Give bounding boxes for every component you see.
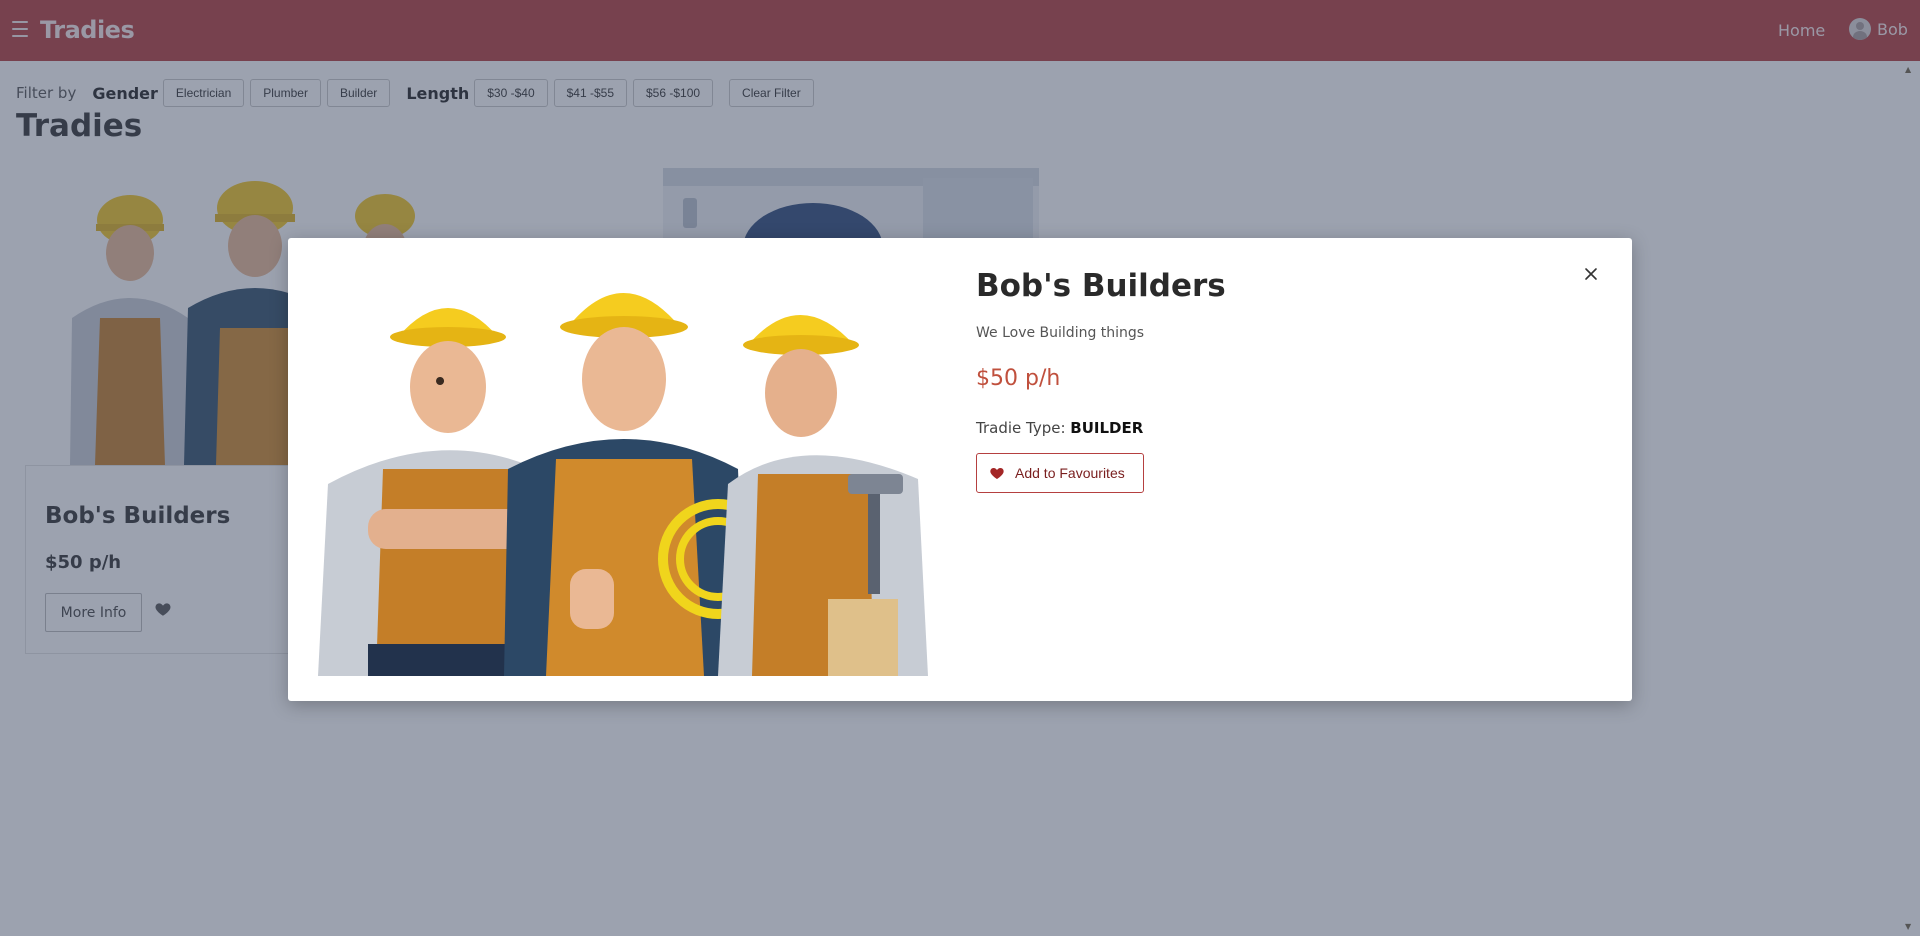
heart-icon <box>990 468 1004 479</box>
tradie-type-value: BUILDER <box>1070 419 1144 437</box>
modal-tradie-image <box>308 269 948 676</box>
tradie-type-label: Tradie Type: <box>976 419 1066 437</box>
tradie-detail-modal: Bob's Builders We Love Building things $… <box>288 238 1632 701</box>
modal-price: $50 p/h <box>976 366 1061 391</box>
add-to-favourites-button[interactable]: Add to Favourites <box>976 453 1144 493</box>
modal-title: Bob's Builders <box>976 268 1226 304</box>
scroll-up-arrow-icon[interactable]: ▲ <box>1905 65 1911 74</box>
close-icon[interactable] <box>1582 265 1600 283</box>
add-to-favourites-label: Add to Favourites <box>1015 465 1125 481</box>
tradie-type: Tradie Type: BUILDER <box>976 419 1143 437</box>
scroll-down-arrow-icon[interactable]: ▼ <box>1905 922 1911 931</box>
modal-description: We Love Building things <box>976 325 1145 341</box>
